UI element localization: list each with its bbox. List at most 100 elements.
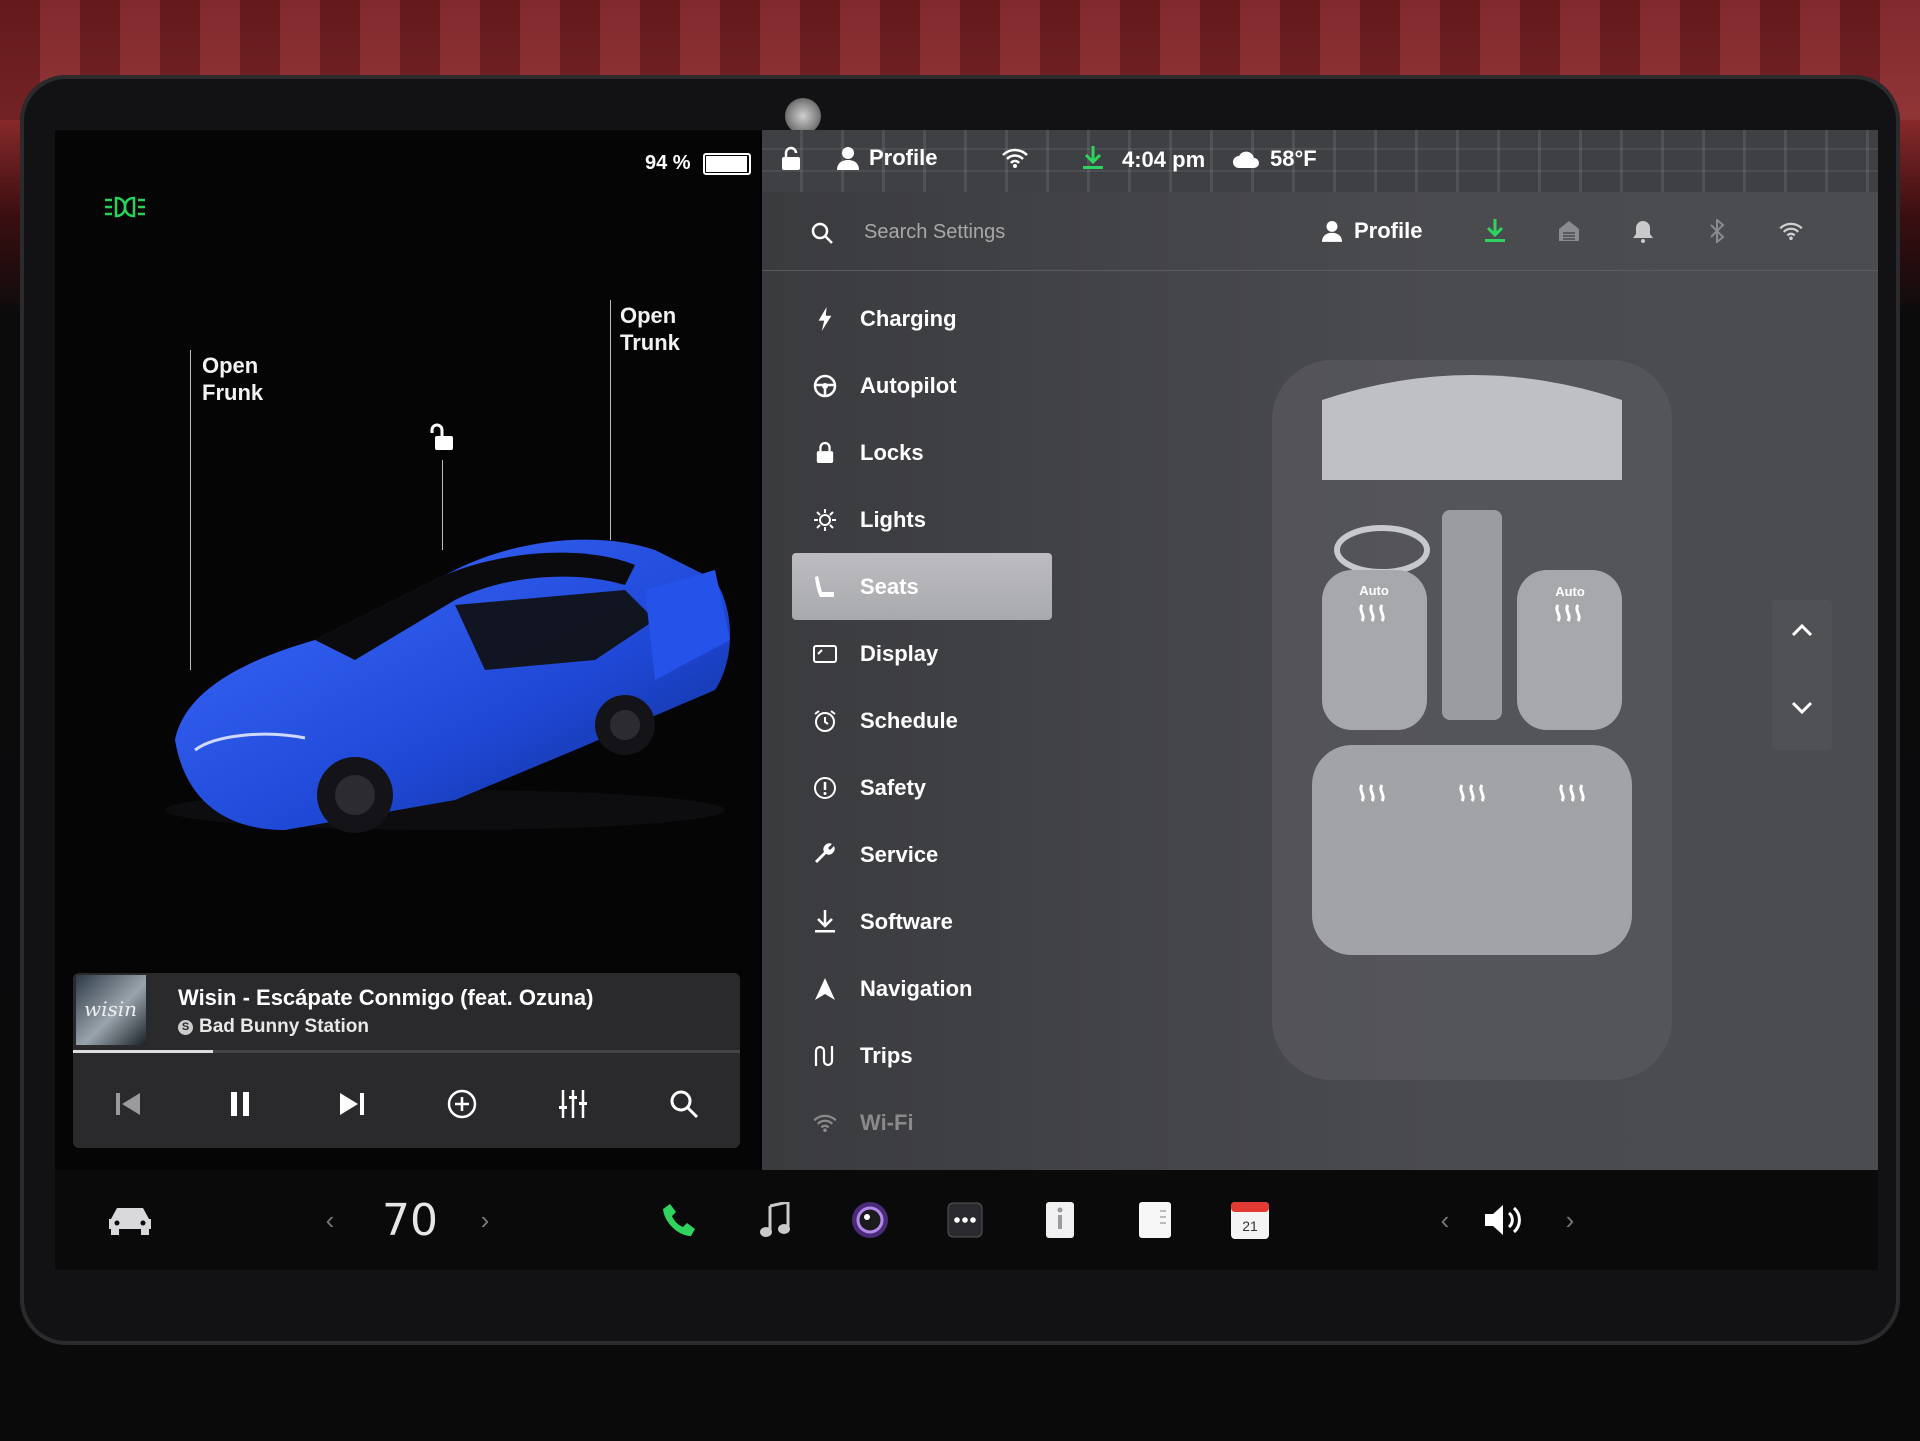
battery-fill xyxy=(705,155,747,172)
settings-quick-icons: Profile xyxy=(1322,218,1828,244)
album-art[interactable]: wisin xyxy=(76,975,146,1045)
station-icon: S xyxy=(178,1019,193,1035)
download-icon[interactable] xyxy=(1458,219,1532,243)
status-profile[interactable]: Profile xyxy=(837,145,937,171)
settings-menu-label: Charging xyxy=(860,305,957,331)
status-download-icon[interactable] xyxy=(1082,146,1104,170)
settings-menu-item-display[interactable]: Display xyxy=(792,620,1122,687)
trunk-label-line2: Trunk xyxy=(620,330,680,355)
chevron-up-icon[interactable] xyxy=(1790,622,1814,643)
wifi-icon xyxy=(812,1114,838,1132)
cabin-temperature[interactable]: 70 xyxy=(365,1190,455,1250)
music-note-icon[interactable] xyxy=(745,1190,805,1250)
status-bar: Profile 4:04 pm 58°F xyxy=(762,130,1878,192)
touchscreen: 94 % Open Frunk Open Trunk wisin Wisin -… xyxy=(55,130,1878,1270)
notes-icon[interactable] xyxy=(1125,1190,1185,1250)
garage-icon[interactable] xyxy=(1532,220,1606,242)
pause-button[interactable] xyxy=(215,1079,265,1129)
status-temperature: 58°F xyxy=(1270,146,1317,171)
settings-menu-item-trips[interactable]: Trips xyxy=(792,1022,1122,1089)
camera-app-icon[interactable] xyxy=(840,1190,900,1250)
volume-decrease-button[interactable]: ‹ xyxy=(1430,1190,1460,1250)
settings-menu-item-schedule[interactable]: Schedule xyxy=(792,687,1122,754)
settings-menu-item-wi-fi[interactable]: Wi-Fi xyxy=(792,1089,1122,1156)
settings-header: Profile xyxy=(762,196,1878,271)
settings-menu-item-software[interactable]: Software xyxy=(792,888,1122,955)
headlights-icon xyxy=(103,195,147,226)
wifi-icon[interactable] xyxy=(1754,222,1828,240)
settings-menu-item-locks[interactable]: Locks xyxy=(792,419,1122,486)
status-weather: 58°F xyxy=(1232,146,1317,172)
profile-button[interactable]: Profile xyxy=(1322,218,1422,244)
settings-menu-label: Safety xyxy=(860,774,927,800)
display-icon xyxy=(812,644,838,664)
station-info: S Bad Bunny Station xyxy=(178,1016,369,1038)
trips-icon xyxy=(812,1044,838,1068)
temp-increase-button[interactable]: › xyxy=(470,1190,500,1250)
camera xyxy=(785,98,821,134)
bell-icon[interactable] xyxy=(1606,219,1680,243)
seat-icon xyxy=(812,575,838,599)
sun-icon xyxy=(812,508,838,532)
settings-menu: Charging Autopilot Locks Lights Seats Display… xyxy=(792,285,1122,1156)
playback-progress-fill xyxy=(73,1050,214,1053)
settings-menu-label: Navigation xyxy=(860,975,973,1001)
alarm-clock-icon xyxy=(812,709,838,733)
playback-progress[interactable] xyxy=(73,1050,740,1053)
media-search-button[interactable] xyxy=(659,1079,709,1129)
trunk-callout-line xyxy=(610,300,611,540)
more-apps-icon[interactable] xyxy=(935,1190,995,1250)
settings-menu-label: Wi-Fi xyxy=(860,1109,914,1135)
battery-icon xyxy=(702,152,751,175)
status-time: 4:04 pm xyxy=(1122,147,1206,172)
settings-menu-item-safety[interactable]: Safety xyxy=(792,754,1122,821)
settings-menu-item-lights[interactable]: Lights xyxy=(792,486,1122,553)
bolt-icon xyxy=(812,306,838,331)
frunk-label-line2: Frunk xyxy=(202,380,264,405)
front-left-seat-auto-label: Auto xyxy=(1359,583,1389,598)
add-favorite-button[interactable] xyxy=(437,1079,487,1129)
settings-menu-item-service[interactable]: Service xyxy=(792,821,1122,888)
settings-menu-label: Trips xyxy=(860,1042,913,1068)
settings-menu-item-charging[interactable]: Charging xyxy=(792,285,1122,352)
settings-menu-item-autopilot[interactable]: Autopilot xyxy=(792,352,1122,419)
settings-menu-label: Schedule xyxy=(860,707,958,733)
search-icon xyxy=(811,222,833,244)
volume-increase-button[interactable]: › xyxy=(1555,1190,1585,1250)
car-icon[interactable] xyxy=(100,1190,160,1250)
next-track-button[interactable] xyxy=(326,1079,376,1129)
station-name: Bad Bunny Station xyxy=(199,1016,369,1037)
phone-icon[interactable] xyxy=(650,1190,710,1250)
calendar-icon[interactable]: 21 xyxy=(1220,1190,1280,1250)
volume-icon[interactable] xyxy=(1475,1190,1535,1250)
equalizer-button[interactable] xyxy=(548,1079,598,1129)
settings-panel: Profile 4:04 pm 58°F Profile xyxy=(762,130,1878,1170)
car-image xyxy=(155,510,755,840)
person-icon xyxy=(1322,221,1342,242)
settings-menu-item-seats[interactable]: Seats xyxy=(792,553,1052,620)
open-trunk-button[interactable]: Open Trunk xyxy=(620,302,680,356)
status-lock-icon[interactable] xyxy=(780,146,802,172)
previous-track-button[interactable] xyxy=(104,1079,154,1129)
search-settings-input[interactable] xyxy=(862,220,1166,245)
unlock-icon[interactable] xyxy=(427,422,459,459)
temp-decrease-button[interactable]: ‹ xyxy=(315,1190,345,1250)
status-profile-label: Profile xyxy=(869,145,938,170)
settings-menu-item-navigation[interactable]: Navigation xyxy=(792,955,1122,1022)
settings-menu-label: Lights xyxy=(860,506,926,532)
settings-search xyxy=(810,220,1166,245)
settings-menu-label: Display xyxy=(860,640,939,666)
owners-manual-icon[interactable] xyxy=(1030,1190,1090,1250)
settings-menu-label: Software xyxy=(860,908,953,934)
settings-menu-label: Autopilot xyxy=(860,372,957,398)
bluetooth-icon[interactable] xyxy=(1680,219,1754,243)
seat-scroll-control xyxy=(1772,600,1832,750)
settings-menu-label: Locks xyxy=(860,439,924,465)
download-icon xyxy=(812,909,838,934)
settings-menu-label: Seats xyxy=(860,573,919,599)
media-player: wisin Wisin - Escápate Conmigo (feat. Oz… xyxy=(73,973,740,1148)
open-frunk-button[interactable]: Open Frunk xyxy=(202,352,263,406)
cloud-icon xyxy=(1233,151,1259,168)
chevron-down-icon[interactable] xyxy=(1790,700,1814,721)
front-right-seat-auto-label: Auto xyxy=(1555,584,1585,599)
